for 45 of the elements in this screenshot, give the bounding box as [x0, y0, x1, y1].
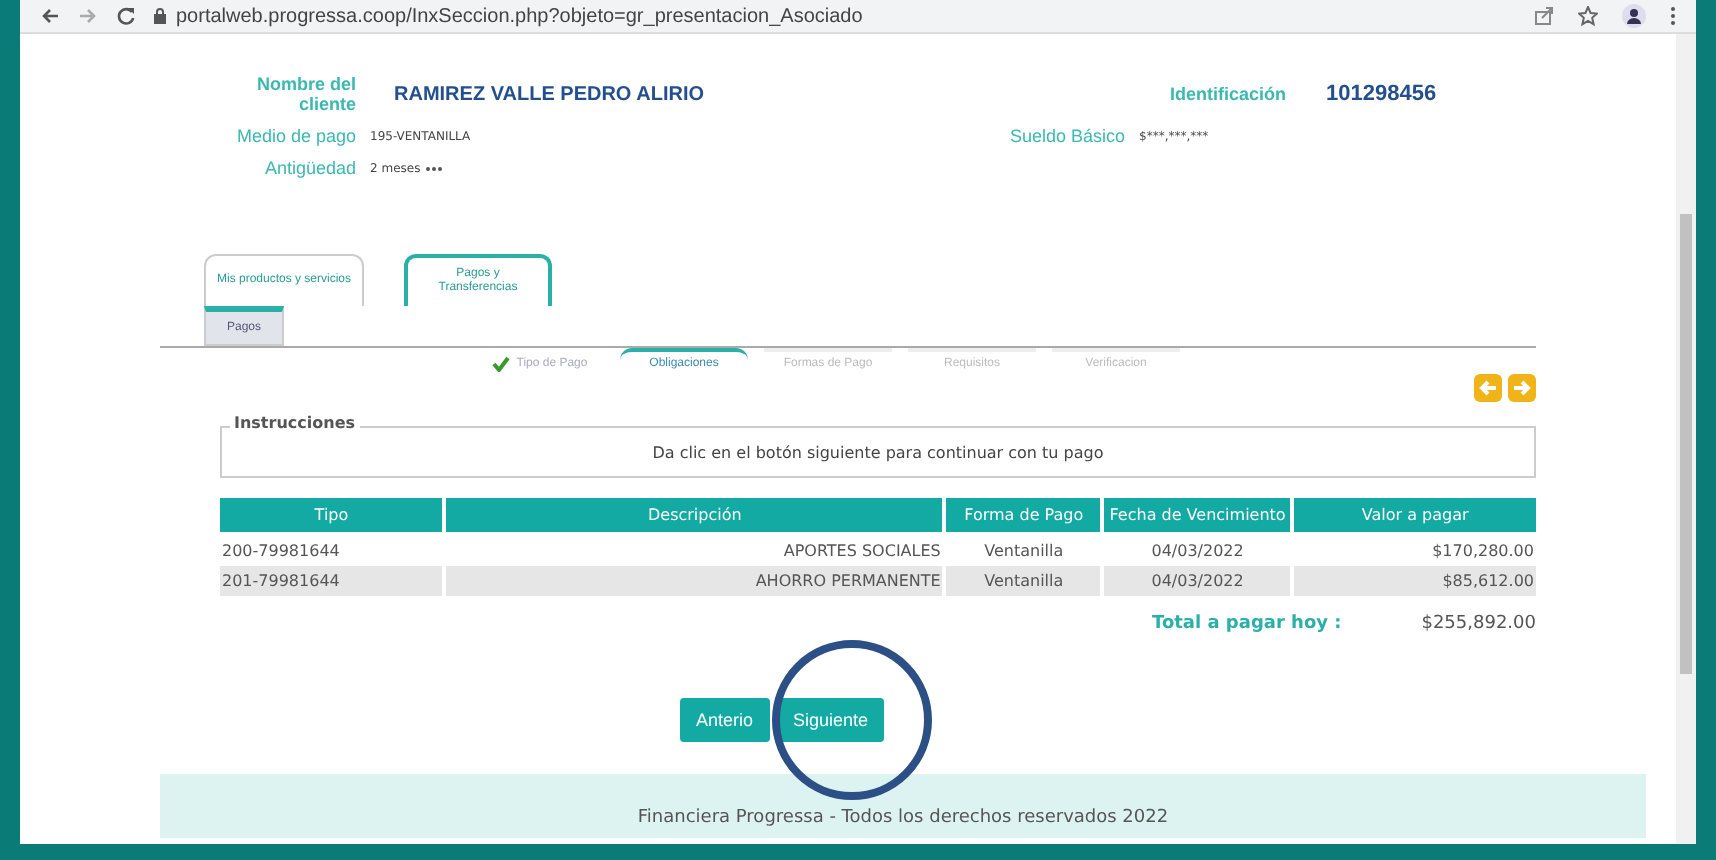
- instruction-text: Da clic en el botón siguiente para continuar con tu pago: [652, 443, 1104, 461]
- scrollbar[interactable]: [1676, 34, 1696, 844]
- column-header: Fecha de Vencimiento: [1104, 498, 1291, 536]
- total-label: Total a pagar hoy :: [1152, 614, 1342, 634]
- more-icon: [426, 165, 443, 171]
- check-icon: [492, 356, 511, 372]
- scrollbar-thumb[interactable]: [1680, 214, 1692, 674]
- left-arrow-icon[interactable]: [1474, 374, 1502, 402]
- table-cell: AHORRO PERMANENTE: [446, 566, 943, 596]
- table-cell-text: $170,280.00: [1430, 540, 1536, 564]
- share-icon[interactable]: [1534, 6, 1554, 26]
- table-cell: $85,612.00: [1294, 566, 1536, 596]
- address-bar[interactable]: portalweb.progressa.coop/InxSeccion.php?objeto=gr_presentacion_Asociado: [154, 2, 1516, 30]
- client-name: RAMIREZ VALLE PEDRO ALIRIO: [394, 83, 706, 105]
- star-icon[interactable]: [1578, 6, 1598, 26]
- table-cell: 04/03/2022: [1104, 566, 1291, 596]
- reload-icon[interactable]: [116, 6, 136, 26]
- right-arrow-icon[interactable]: [1508, 374, 1536, 402]
- column-header: Valor a pagar: [1294, 498, 1536, 536]
- column-header: Forma de Pago: [946, 498, 1101, 536]
- client-id: 101298456: [1326, 82, 1437, 106]
- more-icon[interactable]: [1670, 6, 1676, 26]
- field-label: Sueldo Básico: [1010, 126, 1126, 146]
- field-label: Nombre del cliente: [254, 74, 356, 114]
- table-cell-text: 04/03/2022: [1149, 540, 1246, 564]
- panel-legend: Instrucciones: [230, 414, 360, 432]
- table-cell: Ventanilla: [946, 566, 1101, 596]
- table-cell-text: Ventanilla: [982, 540, 1066, 564]
- lock-icon: [154, 8, 166, 24]
- nav-button[interactable]: Anterio: [680, 698, 770, 742]
- column-header: Tipo: [220, 498, 443, 536]
- url-text: portalweb.progressa.coop/InxSeccion.php?objeto=gr_presentacion_Asociado: [176, 5, 863, 27]
- field-label: Antigüedad: [262, 158, 356, 178]
- table-cell-text: APORTES SOCIALES: [781, 540, 943, 564]
- total-value: $255,892.00: [1421, 614, 1536, 634]
- field-label: Identificación: [1170, 84, 1287, 104]
- forward-icon[interactable]: [78, 6, 98, 26]
- column-header: Descripción: [446, 498, 943, 536]
- table-cell-text: 200-79981644: [220, 540, 342, 564]
- table-cell: 201-79981644: [220, 566, 443, 596]
- field-label: Medio de pago: [234, 126, 356, 146]
- footer-text: Financiera Progressa - Todos los derechos reservados 2022: [160, 774, 1646, 838]
- back-icon[interactable]: [40, 6, 60, 26]
- profile-icon[interactable]: [1622, 4, 1646, 28]
- nav-button[interactable]: Siguiente: [777, 698, 885, 742]
